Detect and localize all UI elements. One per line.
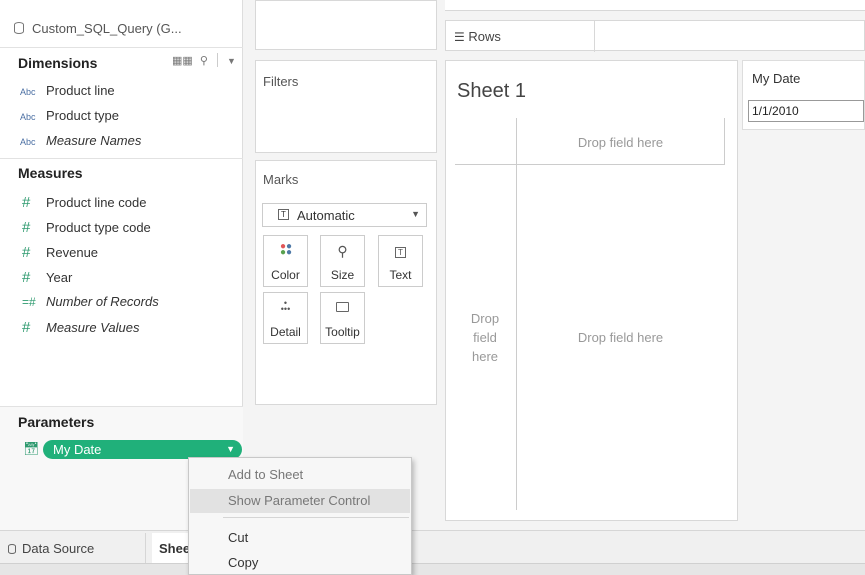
tab-data-source[interactable]: Data Source [0,533,146,563]
datasource-label: Custom_SQL_Query (G... [32,21,182,36]
divider [216,53,218,67]
divider [0,47,243,48]
number-type-icon: # [22,269,31,286]
text-mark-icon: T [278,209,289,220]
tab-sheet-1[interactable]: Sheet 1 [152,533,192,563]
filters-title: Filters [263,74,299,89]
marks-button-label: Size [330,268,355,282]
drop-field-columns[interactable]: Drop field here [517,135,724,150]
menu-item-copy[interactable]: Copy [190,551,410,575]
text-icon: T [379,236,422,260]
rows-label: Rows [468,29,501,44]
field-year[interactable]: # Year [20,269,72,286]
marks-color-button[interactable]: ●● ●● Color [263,235,308,287]
field-revenue[interactable]: # Revenue [20,244,98,261]
sheet-title[interactable]: Sheet 1 [457,80,526,103]
menu-item-cut[interactable]: Cut [190,526,410,550]
menu-item-show-parameter-control[interactable]: Show Parameter Control [190,489,410,513]
divider [594,21,595,52]
detail-icon: • ••• [280,298,291,314]
parameter-control-title: My Date [752,71,801,86]
string-type-icon: Abc [20,112,36,122]
status-bar [0,563,865,575]
dropdown-arrow-icon[interactable]: ▼ [227,56,236,66]
field-product-type-code[interactable]: # Product type code [20,219,151,236]
field-number-of-records[interactable]: =# Number of Records [20,294,159,309]
marks-button-label: Detail [270,325,301,339]
string-type-icon: Abc [20,137,36,147]
menu-item-add-to-sheet[interactable]: Add to Sheet [190,463,410,487]
calculated-number-icon: =# [22,295,36,309]
field-product-line-code[interactable]: # Product line code [20,194,146,211]
marks-text-button[interactable]: T Text [378,235,423,287]
drop-field-main[interactable]: Drop field here [517,330,724,345]
field-measure-names[interactable]: Abc Measure Names [20,133,141,148]
database-icon [14,22,24,34]
field-measure-values[interactable]: # Measure Values [20,319,139,336]
rows-shelf[interactable]: ☰ Rows [445,20,865,52]
mark-type-label: Automatic [297,208,355,223]
field-product-line[interactable]: Abc Product line [20,83,115,98]
parameters-title: Parameters [18,414,95,430]
database-icon [8,544,16,554]
worksheet-view [445,60,738,521]
measures-title: Measures [18,165,83,181]
tab-label: Data Source [22,541,95,556]
field-label: Product type code [46,220,151,235]
divider [516,118,517,510]
view-list-icon[interactable]: ▦▦ [172,55,193,67]
search-icon[interactable]: ⚲ [200,55,208,67]
divider [724,118,725,164]
marks-detail-button[interactable]: • ••• Detail [263,292,308,344]
divider [455,164,725,165]
rows-icon: ☰ [454,30,465,44]
number-type-icon: # [22,219,31,236]
field-label: Measure Values [46,320,140,335]
number-type-icon: # [22,194,31,211]
context-menu: Add to Sheet Show Parameter Control Cut … [188,457,412,575]
pages-shelf[interactable] [255,0,437,50]
field-label: Product type [46,108,119,123]
datasource-name[interactable]: Custom_SQL_Query (G... [14,21,182,36]
field-label: Product line [46,83,115,98]
filters-card[interactable]: Filters [255,60,437,153]
color-icon: ●● ●● [280,241,293,258]
string-type-icon: Abc [20,87,36,97]
drop-field-rows[interactable]: Drop field here [455,309,515,366]
marks-button-label: Text [389,268,412,282]
marks-title: Marks [263,172,299,187]
field-label: Year [46,270,73,285]
rows-shelf-label: ☰ Rows [454,29,501,44]
number-type-icon: # [22,319,31,336]
chevron-down-icon: ▼ [411,209,420,219]
marks-tooltip-button[interactable]: Tooltip [320,292,365,344]
dimensions-title: Dimensions [18,55,98,71]
parameter-pill-label: My Date [53,442,102,457]
dimensions-tools: ▦▦ ⚲ ▼ [172,53,236,67]
field-label: Revenue [46,245,99,260]
field-product-type[interactable]: Abc Product type [20,108,119,123]
divider [223,517,409,518]
field-label: Number of Records [46,294,159,309]
marks-size-button[interactable]: ⚲ Size [320,235,365,287]
field-label: Product line code [46,195,147,210]
columns-shelf[interactable] [445,0,865,11]
parameter-value-input[interactable] [748,100,864,122]
tooltip-icon [321,293,364,317]
mark-type-dropdown[interactable]: T Automatic ▼ [262,203,427,227]
divider [0,158,243,159]
marks-button-label: Tooltip [325,325,360,339]
number-type-icon: # [22,244,31,261]
calendar-icon: 📅︎ [23,441,40,456]
marks-button-label: Color [271,268,300,282]
size-icon: ⚲ [337,243,348,259]
field-label: Measure Names [46,133,142,148]
